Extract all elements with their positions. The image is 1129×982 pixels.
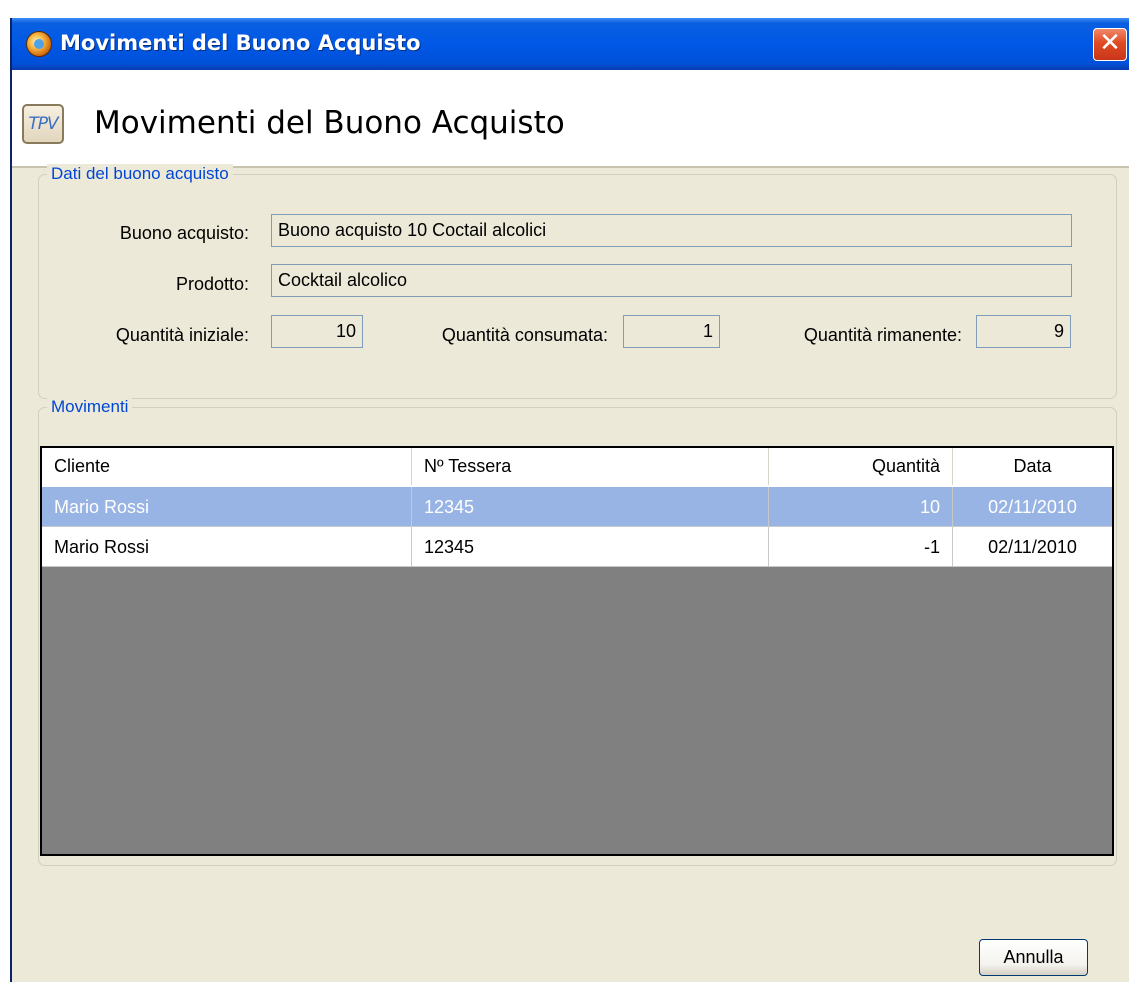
column-header-tessera[interactable]: Nº Tessera (412, 448, 769, 485)
quantita-consumata-label: Quantità consumata: (441, 325, 608, 345)
table-row[interactable]: Mario Rossi 12345 10 02/11/2010 (42, 487, 1112, 527)
cell-data: 02/11/2010 (988, 537, 1077, 557)
title-bar[interactable]: Movimenti del Buono Acquisto ✕ (12, 18, 1129, 70)
table-row[interactable]: Mario Rossi 12345 -1 02/11/2010 (42, 527, 1112, 567)
quantita-iniziale-label: Quantità iniziale: (115, 325, 249, 345)
column-header-data[interactable]: Data (953, 448, 1112, 485)
quantita-rimanente-field[interactable]: 9 (976, 315, 1071, 348)
buono-field[interactable]: Buono acquisto 10 Coctail alcolici (271, 214, 1072, 247)
quantita-iniziale-field[interactable]: 10 (271, 315, 363, 348)
buono-label: Buono acquisto: (119, 223, 249, 243)
cell-cliente: Mario Rossi (42, 527, 412, 567)
window-title: Movimenti del Buono Acquisto (60, 31, 421, 55)
quantita-rimanente-label: Quantità rimanente: (803, 325, 962, 345)
dialog-header: TPV Movimenti del Buono Acquisto (12, 70, 1129, 166)
quantita-consumata-field[interactable]: 1 (623, 315, 720, 348)
movimenti-grid[interactable]: Cliente Nº Tessera Quantità Data Mario R… (40, 446, 1114, 856)
cell-cliente: Mario Rossi (42, 487, 412, 527)
prodotto-field[interactable]: Cocktail alcolico (271, 264, 1072, 297)
dati-legend: Dati del buono acquisto (47, 164, 233, 184)
cell-tessera: 12345 (412, 487, 769, 527)
close-button[interactable]: ✕ (1093, 28, 1127, 61)
annulla-button[interactable]: Annulla (979, 939, 1088, 976)
header-title: Movimenti del Buono Acquisto (94, 105, 565, 141)
dialog-window: Movimenti del Buono Acquisto ✕ TPV Movim… (10, 18, 1129, 982)
movimenti-legend: Movimenti (47, 397, 133, 417)
cell-quantita: -1 (769, 527, 953, 567)
column-header-quantita[interactable]: Quantità (769, 448, 953, 485)
grid-header: Cliente Nº Tessera Quantità Data (42, 448, 1112, 489)
cell-tessera: 12345 (412, 527, 769, 567)
tpv-icon: TPV (22, 104, 64, 144)
cell-quantita: 10 (769, 487, 953, 527)
column-header-cliente[interactable]: Cliente (42, 448, 412, 485)
prodotto-label: Prodotto: (175, 274, 249, 294)
app-icon (26, 31, 52, 57)
cell-data: 02/11/2010 (988, 497, 1077, 517)
